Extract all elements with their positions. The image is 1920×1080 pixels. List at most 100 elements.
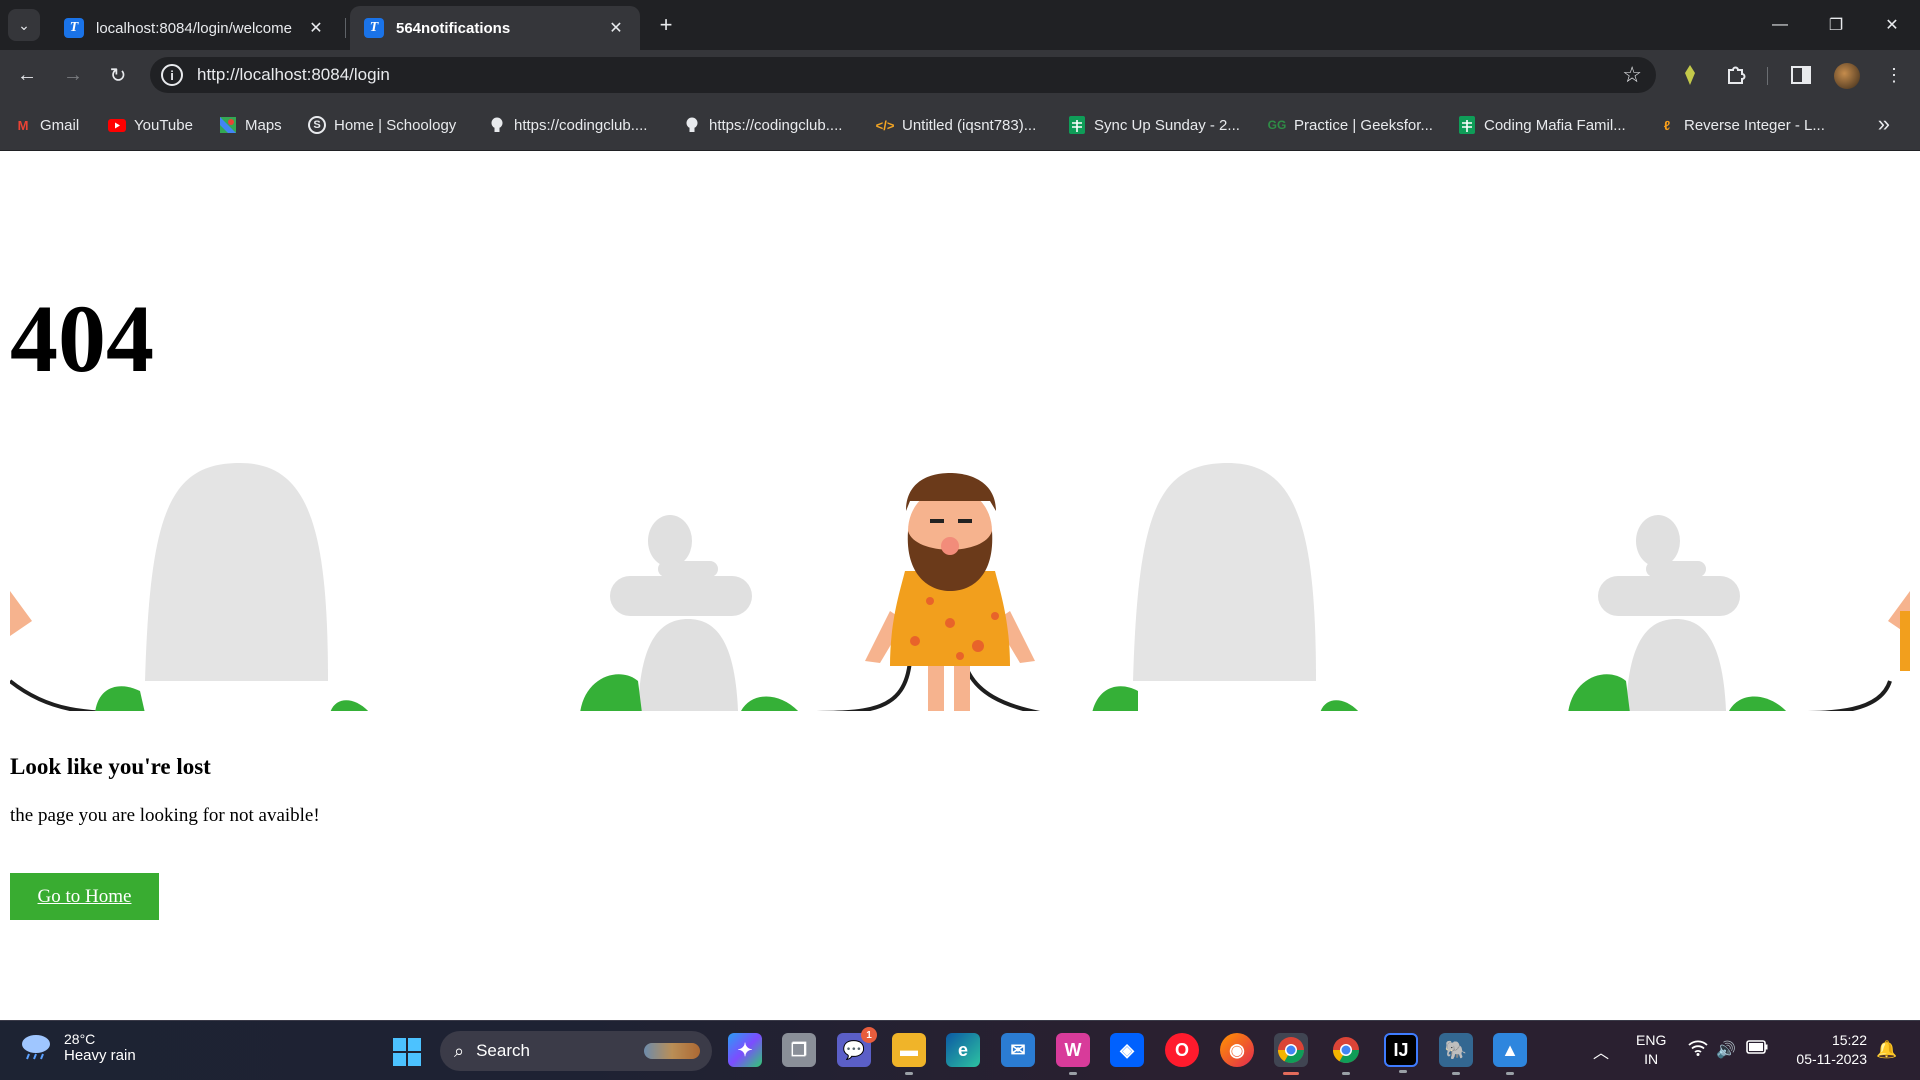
notification-badge: 1 [861,1027,877,1043]
teams-chat-icon[interactable]: 💬 1 [837,1027,877,1067]
dropbox-icon[interactable]: ◈ [1110,1033,1144,1067]
mail-icon[interactable]: ✉ [1001,1033,1035,1067]
bookmark-label: Practice | Geeksfor... [1294,116,1433,134]
tall-stone [1133,463,1316,681]
address-bar[interactable]: i http://localhost:8084/login ☆ [150,57,1656,93]
go-to-home-button[interactable]: Go to Home [10,873,159,920]
browser-toolbar: ← → ↻ i http://localhost:8084/login ☆ ⋮ [0,50,1920,100]
photos-icon[interactable]: ▲ [1493,1033,1527,1075]
bookmark-geeksforgeeks[interactable]: GG Practice | Geeksfor... [1268,113,1433,137]
task-view-icon[interactable]: ❐ [782,1033,816,1067]
chevron-up-icon[interactable]: ︿ [1593,1039,1609,1063]
volume-icon[interactable]: 🔊 [1716,1040,1736,1060]
chrome-profile-icon[interactable] [1329,1033,1363,1075]
leetcode-icon: ℓ [1663,117,1671,133]
schoology-icon: S [308,116,326,134]
battery-icon[interactable] [1746,1040,1768,1059]
tab-title: 564notifications [396,19,511,37]
lang-bottom: IN [1644,1051,1659,1067]
windows-start-icon[interactable] [393,1038,421,1066]
wifi-icon[interactable] [1688,1040,1708,1061]
url-text[interactable]: http://localhost:8084/login [197,65,1622,85]
bookmark-label: Coding Mafia Famil... [1484,116,1626,134]
reload-icon: ↻ [109,64,127,87]
forward-button[interactable]: → [58,60,88,90]
bookmark-youtube[interactable]: YouTube [108,113,193,137]
reload-button[interactable]: ↻ [103,60,133,90]
extension-bulb-icon[interactable] [1678,63,1702,87]
edge-icon[interactable]: e [946,1033,980,1067]
caveman-illustration [10,463,1910,711]
bookmark-gmail[interactable]: M Gmail [14,113,80,137]
intellij-icon[interactable]: IJ [1384,1033,1418,1073]
bookmark-label: https://codingclub.... [514,116,648,134]
weather-text: 28°C Heavy rain [64,1031,136,1064]
caveman-arm-left-edge [10,591,32,636]
bookmark-star-icon[interactable]: ☆ [1622,62,1642,88]
side-panel-icon[interactable] [1789,63,1813,87]
taskbar-search[interactable]: ⌕ Search [440,1031,712,1071]
window-controls: — ❐ ✕ [1752,0,1920,50]
weather-temp: 28°C [64,1031,96,1047]
clock[interactable]: 15:22 05-11-2023 [1785,1031,1867,1069]
extensions-puzzle-icon[interactable] [1724,63,1748,87]
error-code-heading: 404 [10,285,154,392]
bookmark-reverse-integer[interactable]: ℓ Reverse Integer - L... [1658,113,1825,137]
bookmark-untitled[interactable]: </> Untitled (iqsnt783)... [875,113,1037,137]
bookmark-maps[interactable]: Maps [219,113,282,137]
tab-search-button[interactable]: ⌄ [8,9,40,41]
tall-stone [145,463,328,681]
language-indicator[interactable]: ENG IN [1636,1031,1666,1069]
notification-bell-icon[interactable]: 🔔 [1876,1040,1897,1060]
tab-welcome[interactable]: T localhost:8084/login/welcome ✕ [50,6,346,50]
arrow-left-icon: ← [17,63,37,86]
bookmark-label: YouTube [134,116,193,134]
firefox-icon[interactable]: ◉ [1220,1033,1254,1067]
sheets-icon [1068,116,1086,134]
postgresql-icon[interactable]: 🐘 [1439,1033,1473,1075]
kebab-menu-icon[interactable]: ⋮ [1882,63,1906,87]
new-tab-button[interactable]: + [652,12,680,40]
bookmark-label: Sync Up Sunday - 2... [1094,116,1240,134]
arrow-right-icon: → [63,63,83,86]
bookmark-codingclub-2[interactable]: https://codingclub.... [683,113,842,137]
close-icon[interactable]: ✕ [606,18,626,38]
lightbulb-icon [488,116,506,134]
lang-top: ENG [1636,1032,1667,1048]
restore-icon[interactable]: ❐ [1808,0,1864,50]
weather-widget[interactable]: 28°C Heavy rain [20,1031,136,1064]
caveman-figure [865,473,1035,711]
bookmark-sync-up-sunday[interactable]: Sync Up Sunday - 2... [1068,113,1240,137]
bookmark-coding-mafia[interactable]: Coding Mafia Famil... [1458,113,1626,137]
lost-heading: Look like you're lost [10,754,211,779]
more-bookmarks-icon[interactable]: » [1878,111,1890,137]
caveman-body-right-edge [1900,611,1910,671]
gmail-icon: M [17,117,29,133]
close-icon[interactable]: ✕ [306,18,326,38]
back-button[interactable]: ← [12,60,42,90]
app-w-icon[interactable]: W [1056,1033,1090,1075]
bookmark-label: https://codingclub.... [709,116,843,134]
opera-icon[interactable]: O [1165,1033,1199,1067]
copilot-icon[interactable]: ✦ [728,1033,762,1067]
weather-desc: Heavy rain [64,1047,136,1064]
youtube-icon [108,116,126,134]
code-icon: </> [875,117,895,133]
file-explorer-icon[interactable]: ▬ [892,1033,926,1075]
profile-avatar[interactable] [1834,63,1860,89]
site-info-icon[interactable]: i [161,64,183,86]
bookmark-label: Untitled (iqsnt783)... [902,116,1037,134]
close-window-icon[interactable]: ✕ [1864,0,1920,50]
tab-favicon-icon: T [64,18,84,38]
tab-favicon-icon: T [364,18,384,38]
minimize-icon[interactable]: — [1752,0,1808,50]
maps-icon [219,116,237,134]
tab-notifications[interactable]: T 564notifications ✕ [350,6,640,50]
bookmark-codingclub-1[interactable]: https://codingclub.... [488,113,647,137]
bookmark-schoology[interactable]: S Home | Schoology [308,113,456,137]
windows-taskbar: 28°C Heavy rain ⌕ Search ✦ ❐ 💬 1 ▬ e ✉ W … [0,1020,1920,1080]
search-icon: ⌕ [454,1040,465,1061]
page-content: 404 Look like you're lost the page you a… [0,151,1920,1020]
chrome-icon[interactable] [1274,1033,1308,1075]
rain-cloud-icon [20,1033,54,1063]
